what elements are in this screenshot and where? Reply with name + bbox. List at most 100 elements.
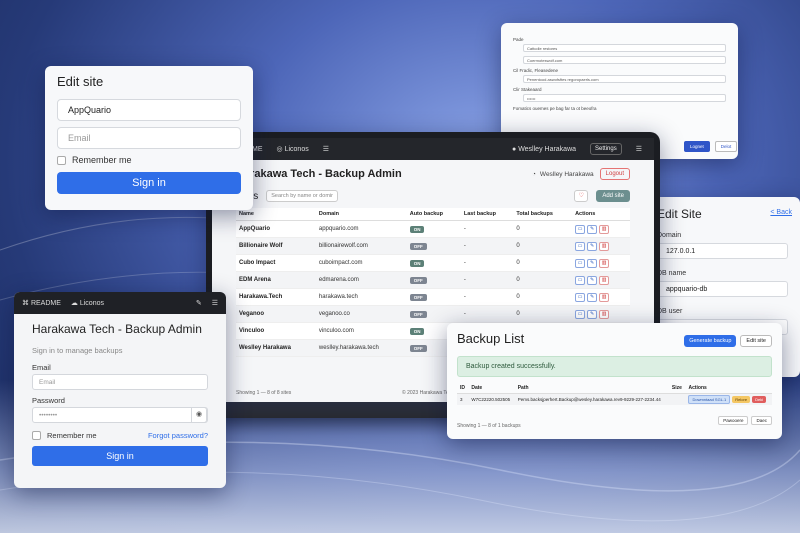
topbar-user[interactable]: ● Weslley Harakawa <box>512 146 576 153</box>
site-name: Cubo Impact <box>236 254 316 272</box>
actions-cell: ▭✎▥ <box>572 237 630 255</box>
pencil-icon[interactable]: ✎ <box>587 241 598 251</box>
password-dots: •••••• <box>527 96 536 101</box>
next-page-button[interactable]: Daec <box>751 416 772 425</box>
auto-backup-toggle[interactable]: ON <box>409 327 425 335</box>
total-backups: 0 <box>513 305 573 323</box>
path-field-3[interactable]: Penentood.aswofsftes regoropaerls.com <box>523 75 726 83</box>
sites-search-input[interactable]: Search by name or domir <box>266 190 339 202</box>
column-header: Size <box>668 383 686 394</box>
folder-icon[interactable]: ▭ <box>575 224 586 234</box>
site-domain: harakawa.tech <box>315 288 407 306</box>
email-label: Email <box>32 363 51 372</box>
readme-tab[interactable]: ⌘ README <box>22 299 61 307</box>
auto-backup-toggle[interactable]: OFF <box>409 242 427 250</box>
remember-label: Remember me <box>72 155 132 165</box>
site-domain: billionairewolf.com <box>315 237 407 255</box>
trash-icon[interactable]: ▥ <box>599 241 610 251</box>
folder-icon[interactable]: ▭ <box>575 275 586 285</box>
folder-icon[interactable]: ▭ <box>575 258 586 268</box>
site-domain: edmarena.com <box>315 271 407 289</box>
domain-input[interactable]: 127.0.0.1 <box>657 243 788 259</box>
site-name: EDM Arena <box>236 271 316 289</box>
settings-button[interactable]: Settings <box>590 143 622 155</box>
add-site-button[interactable]: Add site <box>596 190 630 202</box>
password-field[interactable]: •••••• <box>523 94 726 102</box>
admin-user: ◔ Weslley Harakawa <box>531 170 594 178</box>
delete-button[interactable]: Delot <box>714 141 738 152</box>
table-row[interactable]: Veganoo veganoo.co OFF -0 ▭ ✎ ▥ <box>236 305 630 323</box>
download-button[interactable]: Dowmntaad SGL.1 <box>688 395 731 404</box>
email-input[interactable]: Email <box>32 374 208 390</box>
pencil-icon[interactable]: ✎ <box>587 292 598 302</box>
trash-icon[interactable]: ▥ <box>599 275 610 285</box>
remember-checkbox[interactable] <box>32 431 41 440</box>
auto-backup-toggle[interactable]: ON <box>409 225 425 233</box>
trash-icon[interactable]: ▥ <box>599 258 610 268</box>
email-input[interactable]: Email <box>57 127 241 149</box>
heart-icon[interactable]: ♡ <box>574 190 589 202</box>
edit-site-title: Edit site <box>57 74 104 89</box>
menu-icon[interactable]: ☰ <box>323 145 329 153</box>
pencil-icon[interactable]: ✎ <box>587 309 598 319</box>
remember-label: Remember me <box>47 431 97 440</box>
last-backup: - <box>460 288 514 306</box>
restore-button[interactable]: Relore <box>732 396 751 403</box>
pencil-icon[interactable]: ✎ <box>587 258 598 268</box>
pencil-icon[interactable]: ✎ <box>196 299 202 307</box>
delete-button[interactable]: Deki <box>752 396 767 403</box>
site-name-input[interactable]: AppQuario <box>57 99 241 121</box>
remember-checkbox[interactable] <box>57 155 66 165</box>
actions-cell: ▭✎▥ <box>572 254 630 272</box>
column-header: ID <box>457 383 469 394</box>
table-row[interactable]: Harakawa.Tech harakawa.tech OFF -0 ▭ ✎ ▥ <box>236 288 630 306</box>
trash-icon[interactable]: ▥ <box>599 224 610 234</box>
last-backup: - <box>460 271 514 289</box>
auto-backup-cell: OFF <box>406 288 461 306</box>
folder-icon[interactable]: ▭ <box>575 309 586 319</box>
folder-icon[interactable]: ▭ <box>575 241 586 251</box>
table-row[interactable]: EDM Arena edmarena.com OFF -0 ▭ ✎ ▥ <box>236 271 630 289</box>
licenses-tab[interactable]: ☁ Liconos <box>71 299 104 307</box>
generate-backup-button[interactable]: Generate backup <box>684 335 737 347</box>
menu-icon-right[interactable]: ☰ <box>636 145 642 153</box>
trash-icon[interactable]: ▥ <box>599 309 610 319</box>
pencil-icon[interactable]: ✎ <box>587 275 598 285</box>
edit-site-button[interactable]: Edit site <box>740 335 772 347</box>
signin-card: ⌘ README ☁ Liconos ✎ ☰ Harakawa Tech - B… <box>14 292 226 488</box>
back-link[interactable]: < Back <box>770 209 792 216</box>
path-field-2[interactable]: Coermoteswolf.com <box>523 56 726 64</box>
backup-footer: Showing 1 — 8 of 1 backups <box>457 423 521 429</box>
table-row[interactable]: Billionaire Wolf billionairewolf.com OFF -0… <box>236 237 630 255</box>
db-name-input[interactable]: appquario-db <box>657 281 788 297</box>
total-backups: 0 <box>513 254 573 272</box>
site-name: Veganoo <box>236 305 316 323</box>
trash-icon[interactable]: ▥ <box>599 292 610 302</box>
pencil-icon[interactable]: ✎ <box>587 224 598 234</box>
folder-icon[interactable]: ▭ <box>575 292 586 302</box>
prev-page-button[interactable]: Pawooere <box>718 416 749 425</box>
auto-backup-toggle[interactable]: OFF <box>409 276 427 284</box>
login-button[interactable]: Lognet <box>684 141 710 152</box>
table-row[interactable]: Cubo Impact cuboimpact.com ON -0 ▭ ✎ ▥ <box>236 254 630 272</box>
auto-backup-toggle[interactable]: OFF <box>409 310 427 318</box>
auto-backup-toggle[interactable]: OFF <box>409 344 427 352</box>
menu-icon[interactable]: ☰ <box>212 299 218 307</box>
path-field-1[interactable]: Cattcdle restores <box>523 44 726 52</box>
table-row[interactable]: AppQuario appquario.com ON -0 ▭ ✎ ▥ <box>236 220 630 238</box>
actions-cell: ▭✎▥ <box>572 271 630 289</box>
signin-button[interactable]: Sign in <box>57 172 241 194</box>
site-name: AppQuario <box>236 220 316 238</box>
password-input[interactable]: •••••••• ◉ <box>32 407 208 423</box>
actions-cell: ▭✎▥ <box>572 288 630 306</box>
auto-backup-toggle[interactable]: ON <box>409 259 425 267</box>
logout-button[interactable]: Logout <box>599 168 630 180</box>
copyright: © 2023 Harakawa Tec <box>402 390 452 396</box>
signin-button[interactable]: Sign in <box>32 446 208 466</box>
auto-backup-toggle[interactable]: OFF <box>409 293 427 301</box>
eye-icon[interactable]: ◉ <box>191 407 207 423</box>
auto-backup-cell: ON <box>406 220 461 238</box>
forgot-password-link[interactable]: Forgot password? <box>148 431 208 440</box>
licenses-tab[interactable]: ◎ Liconos <box>277 145 309 153</box>
total-backups: 0 <box>513 288 573 306</box>
